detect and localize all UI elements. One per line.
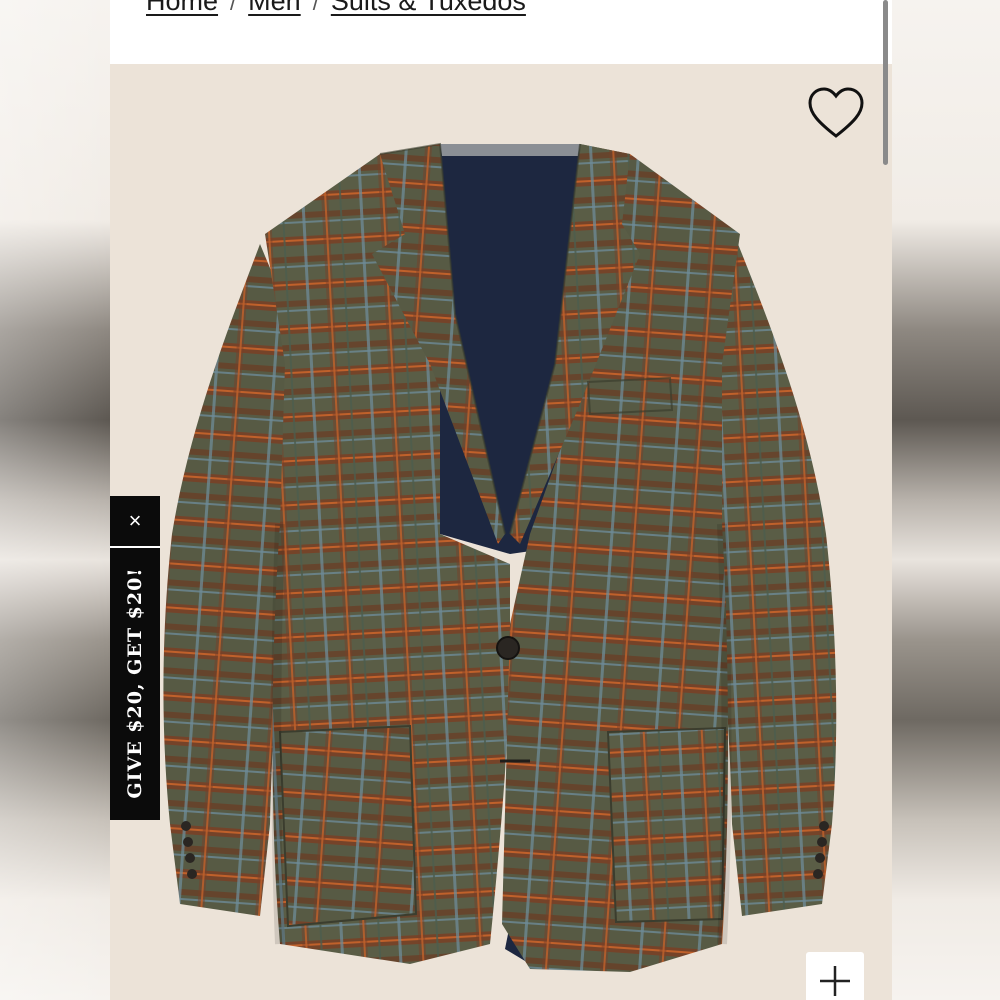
product-page: Home / Men / Suits & Tuxedos [110, 0, 892, 1000]
plaid-tweed-blazer-image [163, 142, 837, 972]
favorite-button[interactable] [806, 86, 866, 142]
heart-icon [808, 87, 864, 138]
promo-label[interactable]: GIVE $20, GET $20! [124, 567, 146, 798]
plus-icon [820, 966, 850, 996]
product-image[interactable] [110, 64, 892, 1000]
breadcrumb-men[interactable]: Men [248, 0, 301, 16]
breadcrumb-home[interactable]: Home [146, 0, 218, 16]
zoom-button[interactable] [806, 952, 864, 1000]
breadcrumb-suits-tuxedos[interactable]: Suits & Tuxedos [331, 0, 526, 16]
scrollbar[interactable] [883, 0, 888, 165]
breadcrumb-separator: / [312, 0, 319, 15]
backdrop-shade [0, 0, 110, 1000]
promo-divider [110, 546, 160, 548]
breadcrumb: Home / Men / Suits & Tuxedos [146, 0, 526, 17]
breadcrumb-separator: / [230, 0, 237, 15]
breadcrumb-bar: Home / Men / Suits & Tuxedos [110, 0, 892, 64]
promo-close-button[interactable]: × [110, 496, 160, 546]
referral-promo-tab[interactable]: × GIVE $20, GET $20! [110, 496, 160, 820]
